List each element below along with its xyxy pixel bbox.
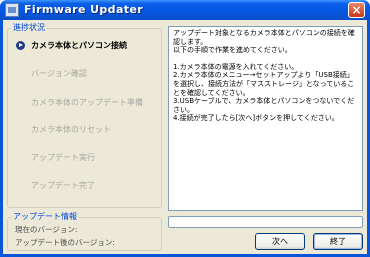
title-bar[interactable]: Firmware Updater ×	[0, 0, 370, 20]
window-title: Firmware Updater	[24, 3, 144, 16]
instruction-line: 3.USBケーブルで、カメラ本体とパソコンをつないでください。	[173, 97, 355, 114]
step-update-execution: アップデート実行	[31, 153, 95, 162]
step-camera-pc-connection: カメラ本体とパソコン接続	[31, 41, 127, 50]
finish-button[interactable]: 終了	[313, 233, 363, 250]
after-version-label: アップデート後のバージョン:	[15, 238, 115, 247]
dialog-client: 進捗状況 カメラ本体とパソコン接続 バージョン確認 カメラ本体のアップデート準備…	[3, 20, 367, 254]
update-info-group-title: アップデート情報	[11, 211, 79, 222]
instruction-line: 4.接続が完了したら[次へ]ボタンを押してください。	[173, 114, 339, 123]
app-icon	[5, 3, 19, 17]
instruction-line: 2.カメラ本体のメニュー→セットアップより「USB接続」を選択し、接続方法が「マ…	[173, 71, 355, 97]
next-button[interactable]: 次へ	[255, 233, 305, 250]
step-version-check: バージョン確認	[31, 69, 87, 78]
progress-group-title: 進捗状況	[11, 22, 47, 33]
instructions-intro: アップデート対象となるカメラ本体とパソコンの接続を確認します。 以下の手順で作業…	[173, 29, 355, 55]
current-version-label: 現在のバージョン:	[15, 225, 78, 234]
instructions-text-area[interactable]: アップデート対象となるカメラ本体とパソコンの接続を確認します。 以下の手順で作業…	[168, 26, 363, 211]
step-update-complete: アップデート完了	[31, 181, 95, 190]
close-button[interactable]: ×	[348, 2, 365, 18]
step-update-preparation: カメラ本体のアップデート準備	[31, 98, 143, 107]
current-step-arrow-icon	[16, 41, 25, 50]
step-camera-reset: カメラ本体のリセット	[31, 125, 111, 134]
update-progress-bar	[168, 216, 363, 228]
firmware-updater-window: Firmware Updater × 進捗状況 カメラ本体とパソコン接続 バージ…	[0, 0, 370, 257]
